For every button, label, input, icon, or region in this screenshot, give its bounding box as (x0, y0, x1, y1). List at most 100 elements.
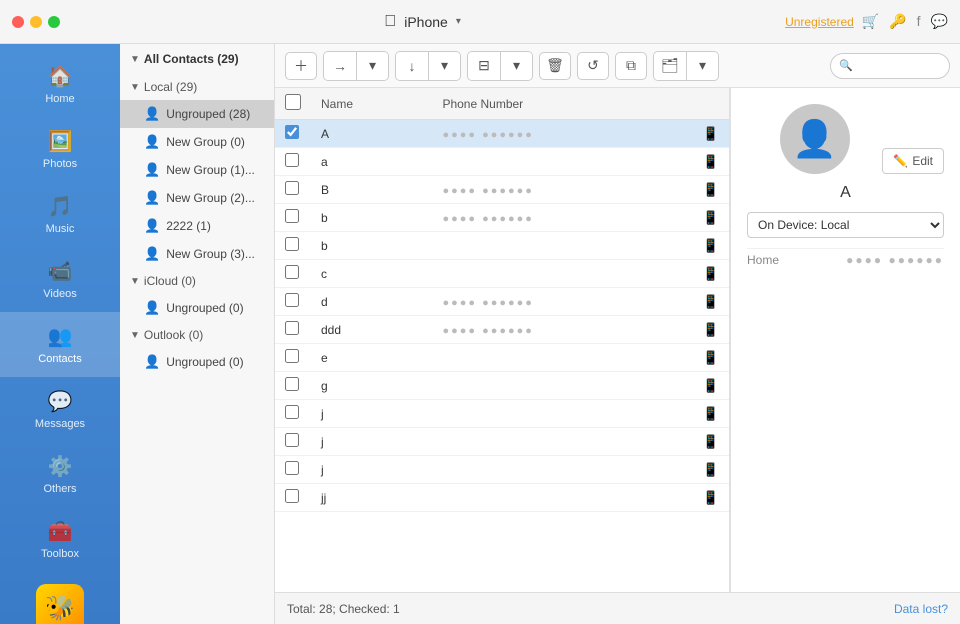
icloud-section-header[interactable]: ▼ iCloud (0) (120, 268, 274, 294)
sidebar-item-contacts[interactable]: 👥 Contacts (0, 312, 120, 377)
sidebar-item-toolbox[interactable]: 🧰 Toolbox (0, 507, 120, 572)
add-contact-button[interactable]: ＋ (285, 52, 317, 80)
table-row[interactable]: b●●●● ●●●●●●📱 (275, 204, 729, 232)
search-input[interactable] (857, 59, 947, 73)
local-section-header[interactable]: ▼ Local (29) (120, 74, 274, 100)
contact-name-cell: g (311, 372, 432, 400)
photos-icon: 🖼️ (48, 129, 73, 154)
table-row[interactable]: b📱 (275, 232, 729, 260)
contacts-table: Name Phone Number A●●●● ●●●●●●📱a📱B●●●● ●… (275, 88, 729, 512)
contact-name-cell: B (311, 176, 432, 204)
contact-checkbox[interactable] (285, 489, 299, 503)
table-row[interactable]: ddd●●●● ●●●●●●📱 (275, 316, 729, 344)
local-section-label: Local (29) (144, 80, 197, 94)
edit-button[interactable]: ✏️ Edit (882, 148, 944, 174)
export-dropdown-button[interactable]: ▾ (428, 52, 460, 80)
sidebar-item-home[interactable]: 🏠 Home (0, 52, 120, 117)
contact-checkbox[interactable] (285, 405, 299, 419)
group-item-label: New Group (0) (166, 135, 245, 149)
key-icon[interactable]: 🔑 (889, 13, 906, 30)
group-item-label: Ungrouped (0) (166, 355, 243, 369)
group-section-icloud: ▼ iCloud (0) 👤 Ungrouped (0) (120, 268, 274, 322)
contact-checkbox[interactable] (285, 293, 299, 307)
device-dropdown-arrow[interactable]: ▾ (456, 16, 461, 27)
transfer-button[interactable]: ⊟ (468, 52, 500, 80)
status-bar: Total: 28; Checked: 1 Data lost? (275, 592, 960, 624)
duplicate-button[interactable]: ⧉ (615, 52, 647, 80)
icloud-collapse-icon: ▼ (130, 276, 140, 287)
device-name: iPhone (404, 14, 448, 30)
transfer-dropdown-button[interactable]: ▾ (500, 52, 532, 80)
archive-dropdown-button[interactable]: ▾ (686, 52, 718, 80)
table-row[interactable]: c📱 (275, 260, 729, 288)
titlebar-right: Unregistered 🛒 🔑 f 💬 (785, 13, 948, 30)
outlook-section-header[interactable]: ▼ Outlook (0) (120, 322, 274, 348)
contact-name-cell: e (311, 344, 432, 372)
home-field: Home ●●●● ●●●●●● (747, 248, 944, 271)
contact-checkbox[interactable] (285, 349, 299, 363)
table-row[interactable]: a📱 (275, 148, 729, 176)
group-item-new-group-0[interactable]: 👤 New Group (0) (120, 128, 274, 156)
unregistered-link[interactable]: Unregistered (785, 15, 854, 29)
contact-phone-cell: ●●●● ●●●●●● (432, 120, 692, 148)
group-item-new-group-2[interactable]: 👤 New Group (2)... (120, 184, 274, 212)
sidebar-item-videos[interactable]: 📹 Videos (0, 247, 120, 312)
table-row[interactable]: A●●●● ●●●●●●📱 (275, 120, 729, 148)
contact-checkbox[interactable] (285, 237, 299, 251)
group-item-new-group-3[interactable]: 👤 New Group (3)... (120, 240, 274, 268)
sidebar-item-photos[interactable]: 🖼️ Photos (0, 117, 120, 182)
cart-icon[interactable]: 🛒 (862, 13, 879, 30)
contact-checkbox[interactable] (285, 153, 299, 167)
contact-checkbox[interactable] (285, 321, 299, 335)
minimize-button[interactable] (30, 16, 42, 28)
sidebar-item-messages[interactable]: 💬 Messages (0, 377, 120, 442)
contact-checkbox[interactable] (285, 209, 299, 223)
contact-checkbox[interactable] (285, 265, 299, 279)
chat-icon[interactable]: 💬 (931, 13, 948, 30)
refresh-button[interactable]: ↺ (577, 52, 609, 80)
contact-checkbox[interactable] (285, 377, 299, 391)
table-row[interactable]: e📱 (275, 344, 729, 372)
data-lost-link[interactable]: Data lost? (894, 602, 948, 616)
table-row[interactable]: j📱 (275, 400, 729, 428)
device-icon: 📱 (703, 294, 719, 309)
group-item-label: New Group (2)... (166, 191, 255, 205)
group-item-ungrouped-outlook[interactable]: 👤 Ungrouped (0) (120, 348, 274, 376)
maximize-button[interactable] (48, 16, 60, 28)
export-button[interactable]: ↓ (396, 52, 428, 80)
table-row[interactable]: g📱 (275, 372, 729, 400)
table-row[interactable]: B●●●● ●●●●●●📱 (275, 176, 729, 204)
group-item-2222[interactable]: 👤 2222 (1) (120, 212, 274, 240)
table-row[interactable]: j📱 (275, 456, 729, 484)
sidebar-item-others[interactable]: ⚙️ Others (0, 442, 120, 507)
group-item-ungrouped-icloud[interactable]: 👤 Ungrouped (0) (120, 294, 274, 322)
import-button[interactable]: → (324, 52, 356, 80)
sidebar-item-music[interactable]: 🎵 Music (0, 182, 120, 247)
others-label: Others (43, 483, 76, 495)
archive-button[interactable]: 🗂 (654, 52, 686, 80)
traffic-lights (12, 16, 60, 28)
device-icon: 📱 (703, 462, 719, 477)
contact-checkbox[interactable] (285, 433, 299, 447)
check-all-header[interactable] (275, 88, 311, 120)
groups-header[interactable]: ▼ All Contacts (29) (120, 44, 274, 74)
device-select[interactable]: On Device: Local iCloud Outlook (747, 212, 944, 238)
toolbox-label: Toolbox (41, 548, 79, 560)
table-row[interactable]: d●●●● ●●●●●●📱 (275, 288, 729, 316)
close-button[interactable] (12, 16, 24, 28)
contact-checkbox[interactable] (285, 125, 299, 139)
table-row[interactable]: jj📱 (275, 484, 729, 512)
contact-checkbox[interactable] (285, 181, 299, 195)
table-row[interactable]: j📱 (275, 428, 729, 456)
contact-checkbox[interactable] (285, 461, 299, 475)
check-all-checkbox[interactable] (285, 94, 301, 110)
groups-header-label: All Contacts (29) (144, 52, 239, 66)
videos-icon: 📹 (48, 259, 73, 284)
facebook-icon[interactable]: f (917, 13, 921, 30)
group-item-ungrouped-local[interactable]: 👤 Ungrouped (28) (120, 100, 274, 128)
group-item-new-group-1[interactable]: 👤 New Group (1)... (120, 156, 274, 184)
import-dropdown-button[interactable]: ▾ (356, 52, 388, 80)
contact-name-cell: d (311, 288, 432, 316)
outlook-section-label: Outlook (0) (144, 328, 203, 342)
delete-button[interactable]: 🗑 (539, 52, 571, 80)
